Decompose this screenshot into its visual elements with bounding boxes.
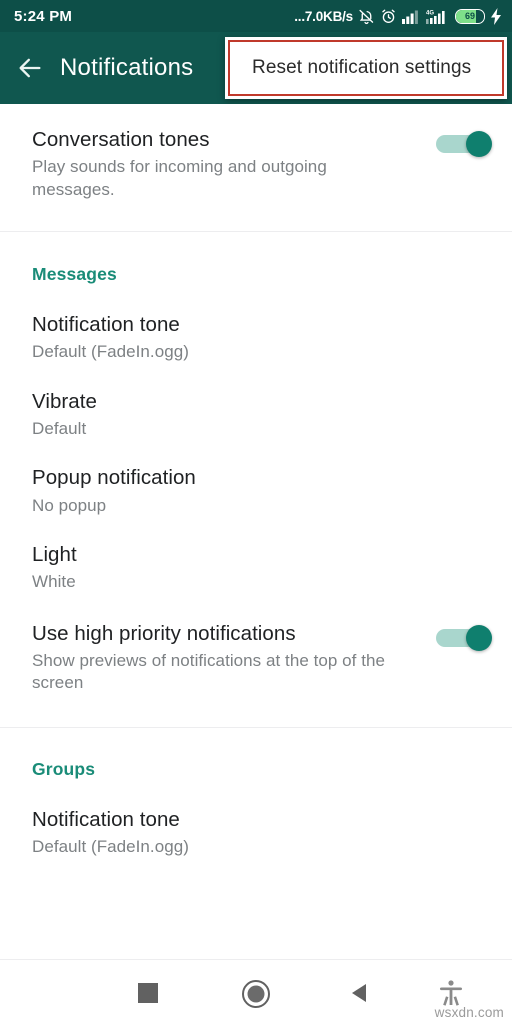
section-heading-groups: Groups <box>32 758 96 779</box>
status-bar: 5:24 PM ...7.0KB/s 4G 69 <box>0 0 512 32</box>
row-title: Notification tone <box>32 807 180 831</box>
row-subtitle: Show previews of notifications at the to… <box>32 650 385 693</box>
high-priority-notifications-toggle[interactable] <box>436 624 492 651</box>
back-button[interactable] <box>346 979 374 1007</box>
row-title: Light <box>32 542 77 566</box>
settings-list[interactable]: Conversation tones Play sounds for incom… <box>0 104 512 959</box>
row-title: Notification tone <box>32 313 180 337</box>
setting-row-vibrate[interactable]: Vibrate Default <box>0 390 512 441</box>
arrow-left-icon <box>19 58 41 78</box>
battery-percent-label: 69 <box>464 11 475 21</box>
battery-icon: 69 <box>455 8 485 24</box>
row-title: Conversation tones <box>32 128 210 151</box>
row-title: Popup notification <box>32 466 196 490</box>
recents-button[interactable] <box>137 982 159 1004</box>
watermark: wsxdn.com <box>434 1005 504 1020</box>
toggle-thumb <box>466 131 492 157</box>
row-subtitle: No popup <box>32 495 107 515</box>
row-subtitle: Default (FadeIn.ogg) <box>32 342 189 362</box>
row-subtitle: Play sounds for incoming and outgoing me… <box>32 157 327 199</box>
phone-screen: 5:24 PM ...7.0KB/s 4G 69 Notifications R… <box>0 0 512 1024</box>
row-subtitle: Default <box>32 418 87 438</box>
setting-row-messages-notification-tone[interactable]: Notification tone Default (FadeIn.ogg) <box>0 313 512 364</box>
page-title: Notifications <box>60 54 194 81</box>
bell-muted-icon <box>358 8 375 25</box>
menu-item-reset-notification-settings[interactable]: Reset notification settings <box>230 57 471 79</box>
network-speed-label: ...7.0KB/s <box>294 8 353 24</box>
signal-4g-icon: 4G <box>426 8 450 24</box>
row-title: Use high priority notifications <box>32 621 296 645</box>
setting-row-light[interactable]: Light White <box>0 543 512 594</box>
overflow-menu-highlight: Reset notification settings <box>228 40 504 96</box>
section-divider <box>0 231 512 233</box>
setting-row-groups-notification-tone[interactable]: Notification tone Default (FadeIn.ogg) <box>0 808 512 859</box>
accessibility-icon <box>440 980 462 1006</box>
circle-icon <box>242 980 270 1008</box>
square-icon <box>138 983 158 1003</box>
charging-bolt-icon <box>490 7 502 25</box>
overflow-menu: Reset notification settings <box>225 37 507 99</box>
setting-row-high-priority-notifications[interactable]: Use high priority notifications Show pre… <box>0 622 512 695</box>
setting-row-conversation-tones[interactable]: Conversation tones Play sounds for incom… <box>0 104 512 201</box>
row-subtitle: Default (FadeIn.ogg) <box>32 836 189 856</box>
row-subtitle: White <box>32 572 76 592</box>
alarm-clock-icon <box>380 8 397 25</box>
section-divider <box>0 726 512 728</box>
back-navigation-button[interactable] <box>0 32 60 104</box>
section-heading-messages: Messages <box>32 264 117 285</box>
setting-row-popup-notification[interactable]: Popup notification No popup <box>0 466 512 517</box>
accessibility-button[interactable] <box>437 978 465 1008</box>
signal-bars-icon <box>402 9 421 24</box>
svg-text:4G: 4G <box>426 11 434 17</box>
status-icons: ...7.0KB/s 4G 69 <box>294 7 502 25</box>
conversation-tones-toggle[interactable] <box>436 131 492 157</box>
home-button[interactable] <box>240 978 272 1010</box>
toggle-thumb <box>466 624 492 651</box>
status-clock: 5:24 PM <box>14 7 73 25</box>
triangle-left-icon <box>352 984 366 1002</box>
row-title: Vibrate <box>32 389 97 413</box>
